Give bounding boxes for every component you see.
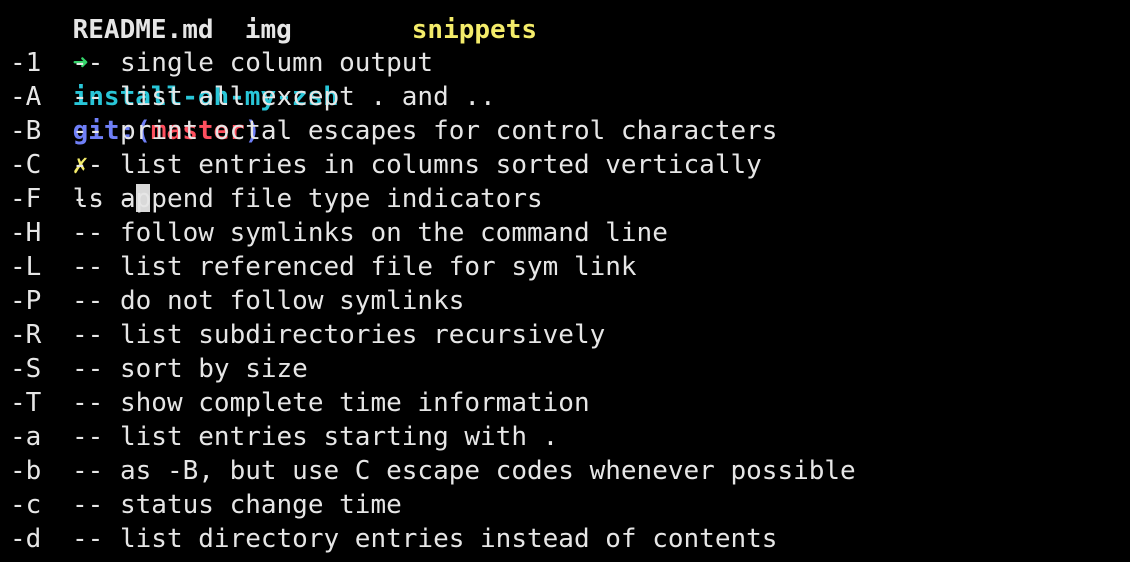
completion-item[interactable]: -R -- list subdirectories recursively xyxy=(10,318,605,352)
completion-item[interactable]: -1 -- single column output xyxy=(10,46,433,80)
option-description: print octal escapes for control characte… xyxy=(120,116,778,146)
option-separator: -- xyxy=(72,116,104,146)
completion-item[interactable]: -a -- list entries starting with . xyxy=(10,420,558,454)
option-description: status change time xyxy=(120,490,402,520)
option-flag: -T xyxy=(10,388,42,418)
completion-item[interactable]: -c -- status change time xyxy=(10,488,402,522)
completion-item[interactable]: -S -- sort by size xyxy=(10,352,308,386)
completion-item[interactable]: -P -- do not follow symlinks xyxy=(10,284,464,318)
completion-item[interactable]: -B -- print octal escapes for control char… xyxy=(10,114,777,148)
option-separator: -- xyxy=(72,48,104,78)
completion-item[interactable]: -H -- follow symlinks on the command line xyxy=(10,216,668,250)
option-flag: -H xyxy=(10,218,42,248)
option-separator: -- xyxy=(72,286,104,316)
option-separator: -- xyxy=(72,82,104,112)
option-flag: -B xyxy=(10,116,42,146)
option-separator: -- xyxy=(72,184,104,214)
option-flag: -a xyxy=(10,422,42,452)
option-flag: -1 xyxy=(10,48,42,78)
option-flag: -P xyxy=(10,286,42,316)
option-flag: -b xyxy=(10,456,42,486)
option-description: list referenced file for sym link xyxy=(120,252,637,282)
option-separator: -- xyxy=(72,150,104,180)
option-flag: -L xyxy=(10,252,42,282)
option-description: list subdirectories recursively xyxy=(120,320,606,350)
option-description: append file type indicators xyxy=(120,184,543,214)
option-separator: -- xyxy=(72,218,104,248)
completion-item[interactable]: -T -- show complete time information xyxy=(10,386,590,420)
completion-item[interactable]: -b -- as -B, but use C escape codes whenev… xyxy=(10,454,856,488)
option-description: single column output xyxy=(120,48,434,78)
option-description: list all except . and .. xyxy=(120,82,496,112)
option-flag: -R xyxy=(10,320,42,350)
option-separator: -- xyxy=(72,490,104,520)
option-description: list entries in columns sorted verticall… xyxy=(120,150,762,180)
option-separator: -- xyxy=(72,252,104,282)
option-flag: -S xyxy=(10,354,42,384)
listing-entry-snippets: snippets xyxy=(411,15,538,45)
option-separator: -- xyxy=(72,456,104,486)
option-flag: -C xyxy=(10,150,42,180)
completion-item[interactable]: -d -- list directory entries instead of co… xyxy=(10,522,777,556)
completion-item[interactable]: -A -- list all except . and .. xyxy=(10,80,496,114)
option-flag: -d xyxy=(10,524,42,554)
option-description: follow symlinks on the command line xyxy=(120,218,668,248)
completion-item[interactable]: -L -- list referenced file for sym link xyxy=(10,250,637,284)
option-description: show complete time information xyxy=(120,388,590,418)
option-description: list entries starting with . xyxy=(120,422,559,452)
option-separator: -- xyxy=(72,320,104,350)
completion-item[interactable]: -F -- append file type indicators xyxy=(10,182,543,216)
option-description: list directory entries instead of conten… xyxy=(120,524,778,554)
option-flag: -c xyxy=(10,490,42,520)
option-description: sort by size xyxy=(120,354,308,384)
option-separator: -- xyxy=(72,388,104,418)
option-flag: -A xyxy=(10,82,42,112)
option-flag: -F xyxy=(10,184,42,214)
prompt-line[interactable]: ➜ install-oh-my-zsh git:(master) ✗ ls - xyxy=(10,12,339,214)
option-separator: -- xyxy=(72,524,104,554)
completion-item[interactable]: -C -- list entries in columns sorted verti… xyxy=(10,148,762,182)
option-description: as -B, but use C escape codes whenever p… xyxy=(120,456,856,486)
option-separator: -- xyxy=(72,422,104,452)
option-description: do not follow symlinks xyxy=(120,286,465,316)
option-separator: -- xyxy=(72,354,104,384)
terminal-window[interactable]: README.md img snippets ➜ install-oh-my-zs… xyxy=(0,0,1130,562)
